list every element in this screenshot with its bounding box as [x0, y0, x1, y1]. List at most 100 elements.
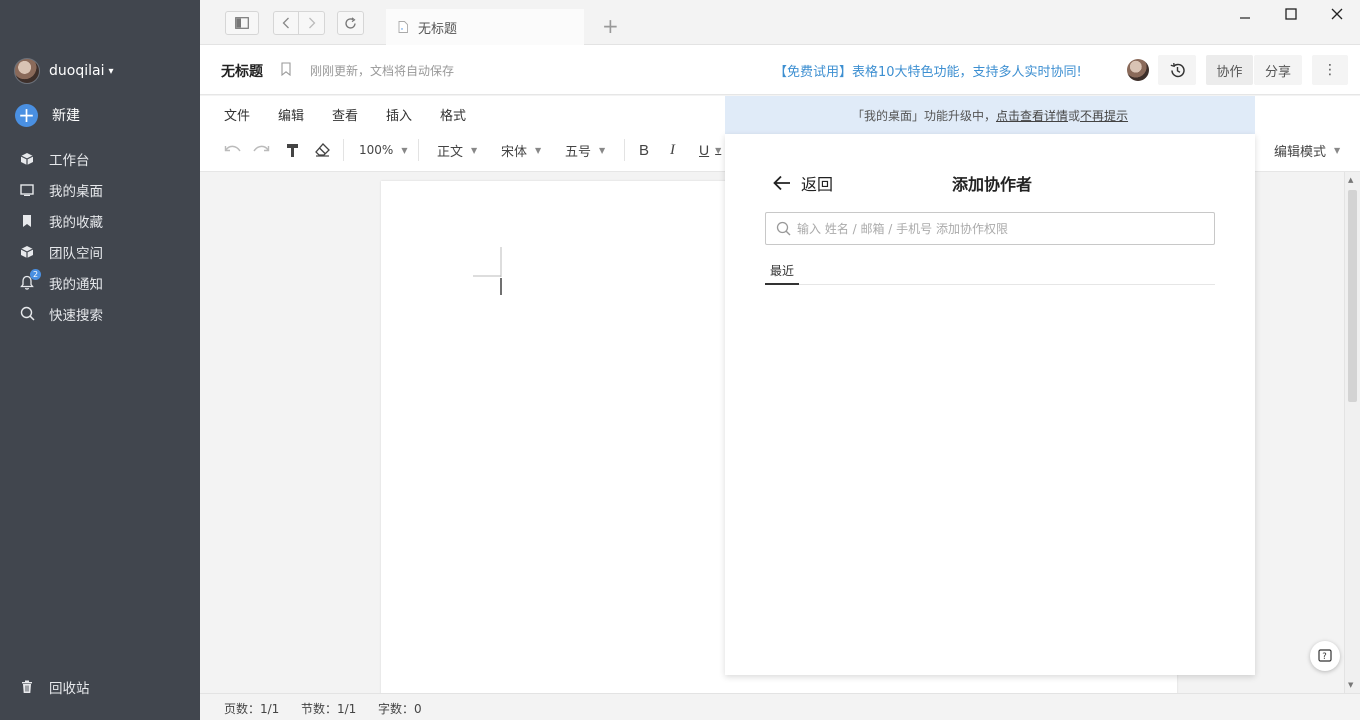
collaborator-avatar[interactable]: [1127, 59, 1149, 81]
minimize-button[interactable]: [1230, 4, 1260, 24]
clear-format-button[interactable]: [315, 140, 330, 160]
upgrade-banner: 「我的桌面」功能升级中， 点击查看详情 或 不再提示: [725, 96, 1255, 134]
banner-details-link[interactable]: 点击查看详情: [996, 107, 1068, 124]
document-icon: n: [398, 21, 408, 33]
more-vertical-icon: ⋮: [1323, 62, 1337, 78]
sidebar-item-team[interactable]: 团队空间: [0, 236, 200, 267]
back-nav-button[interactable]: [273, 11, 299, 35]
maximize-button[interactable]: [1276, 4, 1306, 24]
font-family-value: 宋体: [501, 144, 528, 160]
caret-down-icon: ▼: [1334, 145, 1341, 155]
caret-down-icon: ▼: [471, 145, 478, 155]
sidebar-item-label: 回收站: [49, 680, 90, 697]
add-tab-button[interactable]: +: [602, 14, 619, 38]
help-button[interactable]: ?: [1310, 641, 1340, 671]
document-header: 无标题 刚刚更新，文档将自动保存 【免费试用】表格10大特色功能，支持多人实时协…: [200, 45, 1360, 95]
desktop-icon: [18, 181, 36, 199]
redo-icon: [253, 145, 270, 152]
sidebar-item-trash[interactable]: 回收站: [0, 671, 200, 702]
bookmark-icon[interactable]: [281, 62, 291, 80]
vertical-scrollbar[interactable]: ▲ ▼: [1344, 172, 1360, 693]
status-bar: 页数：1/1 节数：1/1 字数：0: [200, 693, 1360, 720]
zoom-select[interactable]: 100% ▼: [359, 140, 407, 160]
menu-edit[interactable]: 编辑: [278, 105, 304, 124]
sidebar-item-label: 团队空间: [49, 245, 103, 262]
new-label: 新建: [52, 108, 80, 124]
redo-button[interactable]: [252, 140, 270, 160]
bold-button[interactable]: B: [639, 140, 649, 160]
refresh-button[interactable]: [337, 11, 364, 35]
section-count: 节数：1/1: [301, 702, 357, 716]
font-size-value: 五号: [565, 144, 592, 160]
scrollbar-thumb[interactable]: [1348, 190, 1357, 402]
notification-badge: 2: [30, 268, 41, 280]
paint-brush-icon: [287, 143, 298, 157]
edit-mode-value: 编辑模式: [1274, 144, 1327, 160]
sidebar-item-label: 我的通知: [49, 276, 103, 293]
document-title[interactable]: 无标题: [221, 61, 263, 81]
save-status: 刚刚更新，文档将自动保存: [310, 64, 455, 78]
bell-icon: 2: [18, 268, 41, 292]
help-icon: ?: [1318, 649, 1332, 662]
menu-insert[interactable]: 插入: [386, 105, 412, 124]
underline-button[interactable]: U ▼: [699, 140, 721, 160]
more-button[interactable]: ⋮: [1312, 55, 1348, 85]
caret-down-icon: ▼: [715, 145, 722, 155]
font-size-select[interactable]: 五号 ▼: [565, 140, 605, 160]
sidebar-item-notifications[interactable]: 2 我的通知: [0, 267, 200, 298]
share-button[interactable]: 分享: [1254, 55, 1302, 85]
sidebar-item-search[interactable]: 快速搜索: [0, 298, 200, 329]
new-button[interactable]: + 新建: [15, 103, 80, 127]
box-icon: [18, 243, 36, 261]
forward-nav-button[interactable]: [299, 11, 325, 35]
italic-button[interactable]: I: [670, 140, 675, 160]
sidebar-item-favorites[interactable]: 我的收藏: [0, 205, 200, 236]
sidebar-item-label: 我的收藏: [49, 214, 103, 231]
add-collaborator-panel: 添加协作者 返回 最近: [725, 134, 1255, 675]
font-family-select[interactable]: 宋体 ▼: [501, 140, 541, 160]
scroll-up-icon[interactable]: ▲: [1348, 176, 1353, 184]
banner-or: 或: [1068, 108, 1081, 123]
paragraph-style-select[interactable]: 正文 ▼: [437, 140, 477, 160]
sidebar-item-label: 工作台: [49, 152, 90, 169]
sidebar-item-workbench[interactable]: 工作台: [0, 143, 200, 174]
trash-icon: [18, 678, 36, 696]
scroll-down-icon[interactable]: ▼: [1348, 681, 1353, 689]
paragraph-style-value: 正文: [437, 144, 464, 160]
menu-format[interactable]: 格式: [440, 105, 466, 124]
search-icon: [18, 305, 36, 323]
edit-mode-select[interactable]: 编辑模式 ▼: [1274, 140, 1340, 160]
share-label: 分享: [1264, 64, 1291, 80]
cube-icon: [18, 150, 36, 168]
menu-file[interactable]: 文件: [224, 105, 250, 124]
tab-recent[interactable]: 最近: [765, 262, 799, 285]
promo-link[interactable]: 【免费试用】表格10大特色功能，支持多人实时协同!: [774, 61, 1082, 80]
history-icon: [1170, 62, 1185, 77]
toggle-sidebar-button[interactable]: [225, 11, 259, 35]
page-count: 页数：1/1: [224, 702, 280, 716]
eraser-icon: [315, 143, 330, 157]
collaborate-button[interactable]: 协作: [1206, 55, 1253, 85]
tab-document[interactable]: n 无标题: [386, 9, 584, 45]
menu-view[interactable]: 查看: [332, 105, 358, 124]
close-button[interactable]: [1322, 4, 1352, 24]
caret-down-icon: ▼: [599, 145, 606, 155]
sidebar-item-label: 我的桌面: [49, 183, 103, 200]
sidebar-item-desktop[interactable]: 我的桌面: [0, 174, 200, 205]
title-bar: n 无标题 +: [200, 0, 1360, 45]
caret-down-icon: ▾: [108, 65, 114, 77]
caret-down-icon: ▼: [401, 145, 408, 155]
arrow-left-icon: [773, 175, 790, 191]
plus-icon: +: [15, 103, 38, 127]
collaborator-search-input[interactable]: [797, 221, 1214, 236]
recent-tabs: 最近: [765, 262, 1215, 285]
format-painter-button[interactable]: [286, 140, 299, 160]
sidebar: duoqilai ▾ + 新建 工作台 我的桌面 我的收藏 团队空间 2 我的通…: [0, 0, 200, 720]
undo-icon: [224, 145, 241, 152]
undo-button[interactable]: [224, 140, 242, 160]
user-menu[interactable]: duoqilai ▾: [14, 58, 114, 84]
history-button[interactable]: [1158, 55, 1196, 85]
search-icon: [776, 221, 791, 236]
back-button[interactable]: 返回: [773, 171, 833, 195]
banner-dismiss-link[interactable]: 不再提示: [1080, 107, 1128, 124]
